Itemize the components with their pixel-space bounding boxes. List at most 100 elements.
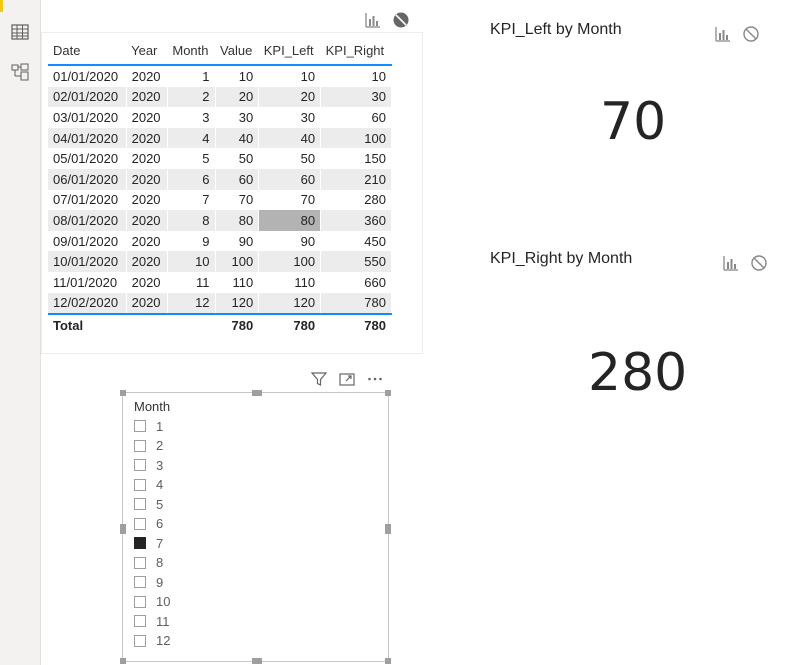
cell-kpi-right[interactable]: 660 <box>320 271 392 293</box>
cell-year[interactable]: 2020 <box>126 251 168 272</box>
cell-month[interactable]: 10 <box>167 251 216 272</box>
cell-date[interactable]: 03/01/2020 <box>48 107 127 128</box>
cell-kpi-right[interactable]: 550 <box>320 251 392 272</box>
cell-kpi-left[interactable]: 60 <box>258 168 322 190</box>
cell-value[interactable]: 70 <box>215 189 260 211</box>
checkbox[interactable] <box>134 556 146 569</box>
table-row[interactable]: 11/01/2020 2020 11 110 110 660 <box>48 271 392 293</box>
resize-handle[interactable] <box>120 658 126 664</box>
cell-date[interactable]: 04/01/2020 <box>48 127 127 149</box>
cell-kpi-right[interactable]: 30 <box>320 86 392 108</box>
column-header-year[interactable]: Year <box>126 36 168 66</box>
cell-date[interactable]: 11/01/2020 <box>48 271 127 293</box>
cell-value[interactable]: 120 <box>215 292 260 315</box>
cell-kpi-left[interactable]: 110 <box>258 271 322 293</box>
table-row[interactable]: 09/01/2020 2020 9 90 90 450 <box>48 230 392 252</box>
cell-month[interactable]: 6 <box>167 168 216 190</box>
cell-year[interactable]: 2020 <box>126 107 168 128</box>
cell-kpi-left[interactable]: 90 <box>258 230 322 252</box>
cell-year[interactable]: 2020 <box>126 127 168 149</box>
checkbox-checked[interactable] <box>134 537 146 549</box>
cell-kpi-left[interactable]: 10 <box>258 65 322 87</box>
table-row[interactable]: 02/01/2020 2020 2 20 20 30 <box>48 86 392 108</box>
cell-kpi-right[interactable]: 360 <box>320 210 392 231</box>
cell-kpi-left[interactable]: 50 <box>258 148 322 169</box>
cell-year[interactable]: 2020 <box>126 86 168 108</box>
resize-handle[interactable] <box>120 524 126 534</box>
slicer-item[interactable]: 10 <box>134 593 170 611</box>
cell-value[interactable]: 50 <box>215 148 260 169</box>
cell-value[interactable]: 60 <box>215 168 260 190</box>
slicer-item[interactable]: 2 <box>134 437 163 455</box>
cell-kpi-left[interactable]: 80 <box>258 210 322 231</box>
column-header-date[interactable]: Date <box>48 36 127 66</box>
cell-date[interactable]: 01/01/2020 <box>48 65 127 87</box>
cell-month[interactable]: 3 <box>167 107 216 128</box>
slicer-item[interactable]: 9 <box>134 573 163 591</box>
slicer-item[interactable]: 5 <box>134 495 163 513</box>
cell-date[interactable]: 02/01/2020 <box>48 86 127 108</box>
resize-handle[interactable] <box>385 524 391 534</box>
cell-year[interactable]: 2020 <box>126 189 168 211</box>
slicer-item[interactable]: 1 <box>134 417 163 435</box>
column-header-kpi-right[interactable]: KPI_Right <box>320 36 392 66</box>
cell-year[interactable]: 2020 <box>126 65 168 87</box>
no-interaction-icon[interactable] <box>392 11 410 29</box>
checkbox[interactable] <box>134 517 146 530</box>
cell-value[interactable]: 20 <box>215 86 260 108</box>
cell-date[interactable]: 09/01/2020 <box>48 230 127 252</box>
cell-year[interactable]: 2020 <box>126 210 168 231</box>
cell-kpi-left[interactable]: 40 <box>258 127 322 149</box>
cell-kpi-right[interactable]: 780 <box>320 292 392 315</box>
table-row[interactable]: 12/02/2020 2020 12 120 120 780 <box>48 292 392 315</box>
cell-month[interactable]: 9 <box>167 230 216 252</box>
checkbox[interactable] <box>134 615 146 627</box>
cell-kpi-right[interactable]: 450 <box>320 230 392 252</box>
slicer-item[interactable]: 11 <box>134 612 170 630</box>
cell-kpi-right[interactable]: 280 <box>320 189 392 211</box>
cell-kpi-right[interactable]: 10 <box>320 65 392 87</box>
analytics-icon[interactable] <box>714 25 732 43</box>
table-row[interactable]: 08/01/2020 2020 8 80 80 360 <box>48 210 392 231</box>
focus-mode-icon[interactable] <box>338 370 356 388</box>
more-options-icon[interactable] <box>366 370 384 388</box>
checkbox[interactable] <box>134 595 146 608</box>
checkbox[interactable] <box>134 634 146 647</box>
filter-icon[interactable] <box>310 370 328 388</box>
cell-value[interactable]: 110 <box>215 271 260 293</box>
slicer-item[interactable]: 8 <box>134 554 163 572</box>
cell-month[interactable]: 5 <box>167 148 216 169</box>
month-slicer[interactable]: Month 1 2 3 4 5 6 7 8 9 10 11 12 <box>120 390 391 664</box>
cell-value[interactable]: 40 <box>215 127 260 149</box>
resize-handle[interactable] <box>385 390 391 396</box>
cell-kpi-right[interactable]: 150 <box>320 148 392 169</box>
cell-year[interactable]: 2020 <box>126 168 168 190</box>
checkbox[interactable] <box>134 439 146 452</box>
cell-date[interactable]: 08/01/2020 <box>48 210 127 231</box>
cell-year[interactable]: 2020 <box>126 148 168 169</box>
cell-value[interactable]: 90 <box>215 230 260 252</box>
resize-handle[interactable] <box>385 658 391 664</box>
cell-value[interactable]: 10 <box>215 65 260 87</box>
cell-date[interactable]: 07/01/2020 <box>48 189 127 211</box>
cell-date[interactable]: 10/01/2020 <box>48 251 127 272</box>
cell-kpi-right[interactable]: 100 <box>320 127 392 149</box>
checkbox[interactable] <box>134 459 146 471</box>
checkbox[interactable] <box>134 478 146 491</box>
column-header-kpi-left[interactable]: KPI_Left <box>258 36 321 66</box>
slicer-item[interactable]: 4 <box>134 476 163 494</box>
cell-kpi-left[interactable]: 70 <box>258 189 322 211</box>
no-interaction-icon[interactable] <box>750 254 768 272</box>
cell-year[interactable]: 2020 <box>126 271 168 293</box>
cell-kpi-left[interactable]: 20 <box>258 86 322 108</box>
cell-month[interactable]: 2 <box>167 86 216 108</box>
cell-year[interactable]: 2020 <box>126 230 168 252</box>
cell-kpi-right[interactable]: 210 <box>320 168 392 190</box>
cell-date[interactable]: 05/01/2020 <box>48 148 127 169</box>
cell-kpi-left[interactable]: 30 <box>258 107 322 128</box>
table-icon[interactable] <box>10 22 30 42</box>
no-interaction-icon[interactable] <box>742 25 760 43</box>
slicer-item[interactable]: 6 <box>134 515 163 533</box>
table-row[interactable]: 06/01/2020 2020 6 60 60 210 <box>48 168 392 190</box>
model-icon[interactable] <box>10 62 30 82</box>
